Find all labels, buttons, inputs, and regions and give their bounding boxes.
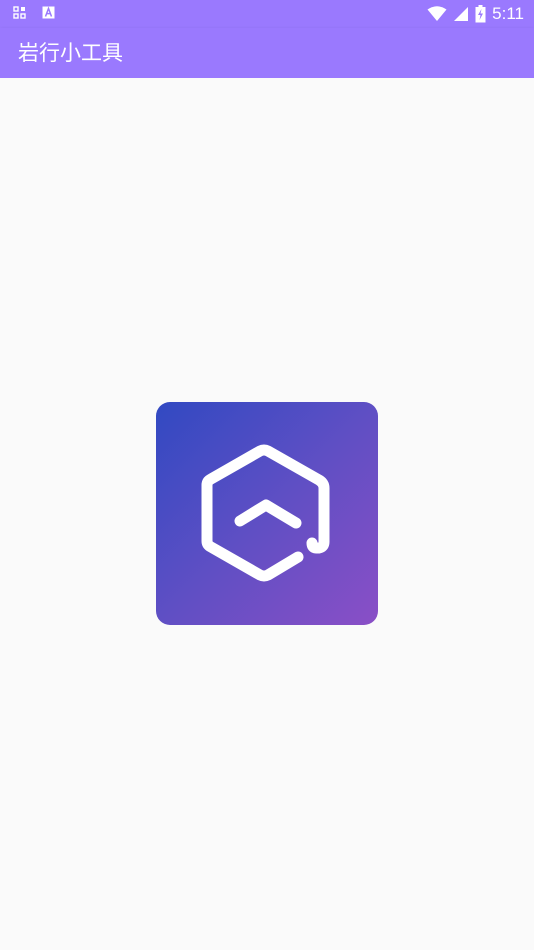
keyboard-a-icon: [42, 6, 55, 19]
status-bar: 5:11: [0, 0, 534, 28]
battery-charging-icon: [475, 5, 486, 23]
status-bar-left: [13, 6, 55, 19]
app-logo: [156, 402, 378, 625]
app-bar: 岩行小工具: [0, 28, 534, 78]
hexagon-logo-icon: [201, 444, 330, 582]
status-bar-time: 5:11: [492, 4, 524, 23]
splash-content: [0, 78, 534, 950]
notification-grid-icon: [13, 6, 26, 19]
cell-signal-icon: [454, 7, 469, 21]
app-title: 岩行小工具: [18, 41, 123, 65]
status-bar-right: 5:11: [427, 3, 524, 25]
wifi-icon: [427, 6, 447, 21]
